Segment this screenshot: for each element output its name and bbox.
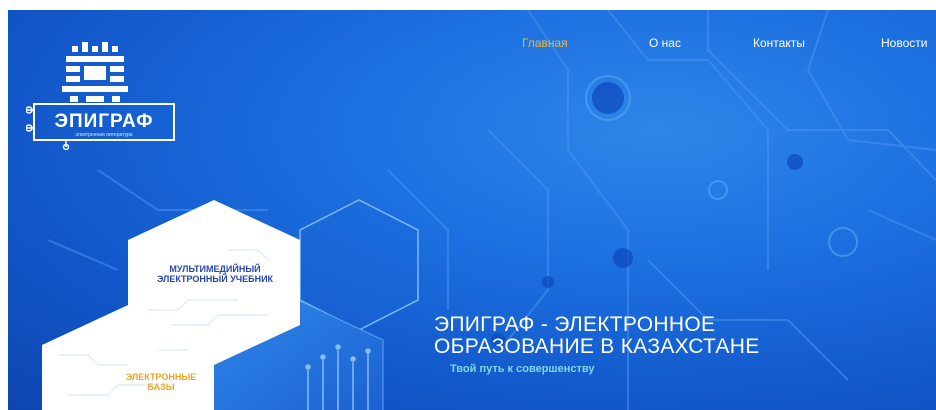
hero-tagline: Твой путь к совершенству	[450, 363, 595, 375]
hero-headline-line1: ЭПИГРАФ - ЭЛЕКТРОННОЕ	[434, 313, 716, 336]
hero-banner: ЭПИГРАФ электронная литература Главная О…	[8, 10, 936, 410]
tile-label-databases: ЭЛЕКТРОННЫЕ БАЗЫ	[125, 372, 197, 392]
tile-label-multimedia: МУЛЬТИМЕДИЙНЫЙ ЭЛЕКТРОННЫЙ УЧЕБНИК	[156, 264, 274, 284]
hero-headline-line2: ОБРАЗОВАНИЕ В КАЗАХСТАНЕ	[434, 335, 760, 358]
hero-headline: ЭПИГРАФ - ЭЛЕКТРОННОЕ ОБРАЗОВАНИЕ В КАЗА…	[434, 314, 894, 358]
